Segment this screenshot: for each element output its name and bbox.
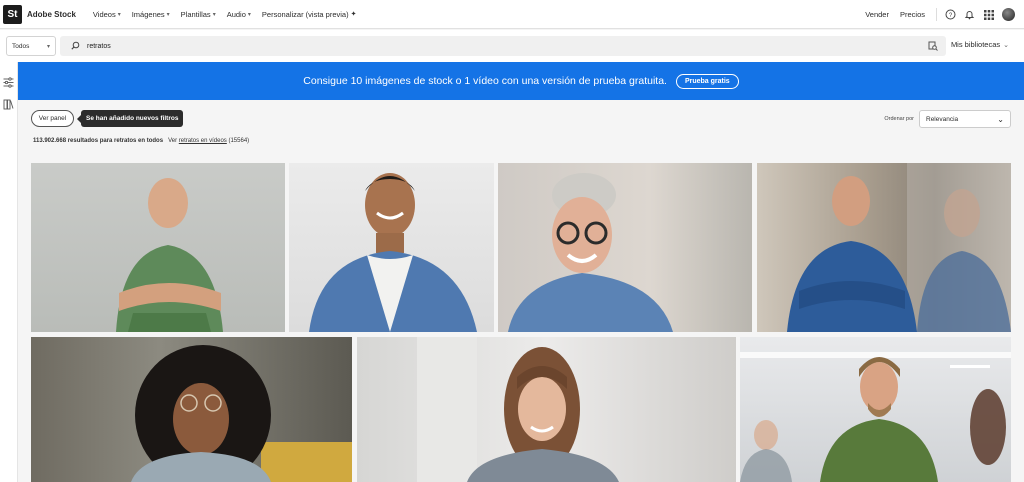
promo-banner: Consigue 10 imágenes de stock o 1 vídeo … [18, 62, 1024, 100]
help-icon[interactable]: ? [945, 9, 956, 20]
nav-videos[interactable]: Videos ▾ [93, 10, 121, 19]
image-result[interactable] [740, 337, 1011, 482]
left-sidebar [0, 62, 18, 482]
portrait-illustration [309, 173, 477, 332]
sort-label: Ordenar por [884, 116, 914, 122]
image-result[interactable] [498, 163, 752, 332]
video-results-link[interactable]: retratos en vídeos [179, 138, 227, 144]
promo-text: Consigue 10 imágenes de stock o 1 vídeo … [303, 75, 667, 87]
portrait-illustration [116, 178, 223, 332]
sort-select[interactable]: Relevancia ⌄ [919, 110, 1011, 128]
search-icon [71, 41, 80, 52]
video-results-count: (15564) [228, 138, 250, 144]
apps-grid-icon[interactable] [983, 9, 994, 20]
nav-images[interactable]: Imágenes ▾ [132, 10, 170, 19]
image-result[interactable] [31, 163, 285, 332]
content-type-select[interactable]: Todos ▾ [6, 36, 56, 56]
results-summary: 113.902.668 resultados para retratos en … [33, 138, 249, 144]
nav-images-label: Imágenes [131, 9, 165, 19]
user-avatar[interactable] [1002, 8, 1015, 21]
image-result[interactable] [357, 337, 736, 482]
image-result[interactable] [31, 337, 352, 482]
nav-videos-label: Videos [92, 9, 116, 19]
chevron-down-icon: ▾ [212, 11, 216, 18]
chevron-down-icon: ▾ [166, 11, 170, 18]
divider [936, 8, 937, 21]
chevron-down-icon: ⌄ [997, 114, 1004, 124]
filters-icon[interactable] [2, 76, 15, 89]
portrait-illustration [131, 345, 352, 482]
adobe-stock-logo[interactable]: St [3, 4, 22, 24]
brand-name[interactable]: Adobe Stock [27, 10, 76, 19]
header-actions: Vender Precios ? [865, 0, 1024, 29]
search-row: Todos ▾ [0, 30, 1024, 62]
sell-link[interactable]: Vender [865, 10, 889, 19]
visual-search-icon[interactable] [928, 41, 938, 53]
sparkle-icon: ✦ [350, 11, 357, 18]
nav-personalize[interactable]: Personalizar (vista previa) ✦ [262, 10, 357, 19]
nav-audio-label: Audio [226, 9, 246, 19]
chevron-down-icon: ▾ [247, 11, 251, 18]
chevron-down-icon: ▾ [46, 43, 50, 50]
image-result[interactable] [757, 163, 1011, 332]
portrait-illustration [508, 173, 673, 332]
nav-audio[interactable]: Audio ▾ [227, 10, 251, 19]
nav-templates[interactable]: Plantillas ▾ [181, 10, 216, 19]
portrait-illustration [740, 352, 1011, 482]
results-count: 113.902.668 resultados para retratos en … [33, 138, 164, 144]
see-label: Ver [168, 138, 178, 144]
pricing-link[interactable]: Precios [900, 10, 925, 19]
my-libraries-button[interactable]: Mis bibliotecas ⌄ [951, 40, 1009, 49]
svg-text:?: ? [949, 13, 953, 19]
sort-value: Relevancia [926, 115, 959, 123]
content-type-value: Todos [12, 42, 30, 50]
new-filters-tooltip: Se han añadido nuevos filtros [76, 110, 184, 127]
chevron-down-icon: ▾ [117, 11, 121, 18]
nav-templates-label: Plantillas [180, 9, 211, 19]
top-navigation-bar: St Adobe Stock Videos ▾ Imágenes ▾ Plantil… [0, 0, 1024, 29]
portrait-illustration [417, 337, 619, 482]
search-input[interactable] [87, 42, 687, 50]
results-toolbar: Ver panel Se han añadido nuevos filtros … [18, 100, 1024, 160]
free-trial-button[interactable]: Prueba gratis [675, 73, 739, 89]
my-libraries-label: Mis bibliotecas [950, 40, 1001, 49]
search-box[interactable] [60, 36, 946, 56]
image-result[interactable] [289, 163, 494, 332]
library-icon[interactable] [2, 98, 15, 111]
portrait-illustration [787, 163, 1011, 332]
chevron-down-icon: ⌄ [1003, 41, 1009, 49]
view-panel-button[interactable]: Ver panel [31, 110, 74, 127]
nav-personalize-label: Personalizar (vista previa) [261, 9, 349, 19]
bell-icon[interactable] [964, 9, 975, 20]
